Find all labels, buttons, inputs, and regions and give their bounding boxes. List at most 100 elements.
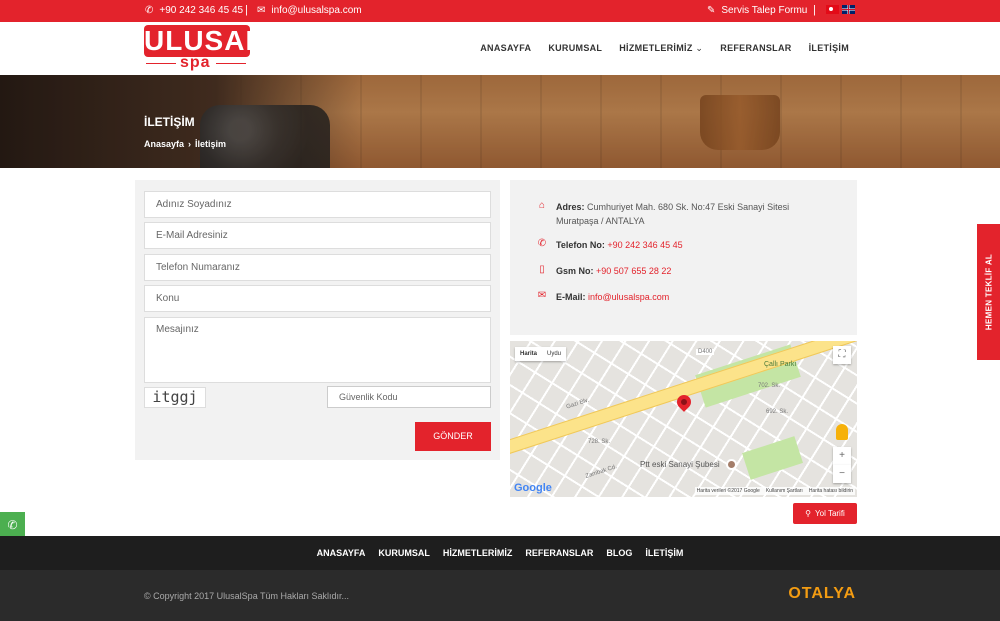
address-line-2: Muratpaşa / ANTALYA <box>556 216 645 226</box>
phone-value[interactable]: +90 242 346 45 45 <box>607 240 682 250</box>
gsm-row: ▯ Gsm No: +90 507 655 28 22 <box>536 264 671 278</box>
street-label-692: 692. Sk. <box>766 409 789 415</box>
quote-request-label: HEMEN TEKLİF AL <box>984 253 993 331</box>
topbar-separator-2: | <box>813 4 816 16</box>
phone-icon: ✆ <box>145 5 154 16</box>
address-label: Adres: <box>556 202 585 212</box>
service-form-link[interactable]: ✎ Servis Talep Formu <box>707 5 807 16</box>
logo-line-left <box>146 63 176 64</box>
language-switcher <box>826 5 855 14</box>
topbar-separator: | <box>245 4 248 16</box>
email-row: ✉ E-Mail: info@ulusalspa.com <box>536 290 669 304</box>
phone-row: ✆ Telefon No: +90 242 346 45 45 <box>536 238 683 252</box>
phone-input[interactable]: Telefon Numaranız <box>144 254 491 281</box>
social-phone-button[interactable]: ✆ <box>0 512 25 537</box>
nav-hizmetlerimiz-label: HİZMETLERİMİZ <box>619 43 693 53</box>
site-header: ULUSAL spa ANASAYFA KURUMSAL HİZMETLERİM… <box>0 22 1000 75</box>
address-line-1: Cumhuriyet Mah. 680 Sk. No:47 Eski Sanay… <box>587 202 790 212</box>
fullscreen-button[interactable]: ⛶ <box>833 346 851 364</box>
footer-nav-iletisim[interactable]: İLETİŞİM <box>645 548 683 558</box>
street-label-zambak: Zambak Cd. <box>584 464 618 480</box>
park-area-2 <box>742 436 803 480</box>
street-label-702: 702. Sk. <box>758 383 781 389</box>
nav-iletisim[interactable]: İLETİŞİM <box>809 43 849 54</box>
phone-icon: ✆ <box>7 517 18 532</box>
edit-icon: ✎ <box>707 5 716 16</box>
footer-nav: ANASAYFA KURUMSAL HİZMETLERİMİZ REFERANS… <box>0 536 1000 570</box>
chevron-down-icon: ⌄ <box>692 43 704 53</box>
poi-label: Ptt eski Sanayi Şubesi <box>640 460 720 469</box>
email-input[interactable]: E-Mail Adresiniz <box>144 222 491 249</box>
nav-anasayfa[interactable]: ANASAYFA <box>480 43 531 54</box>
page-hero: İLETİŞİM Anasayfa › İletişim <box>0 75 1000 168</box>
footer-nav-hizmetlerimiz[interactable]: HİZMETLERİMİZ <box>443 548 513 558</box>
footer-bottom: © Copyright 2017 UlusalSpa Tüm Hakları S… <box>0 570 1000 621</box>
poi-marker-icon[interactable] <box>726 459 737 470</box>
map-type-control: Harita Uydu <box>515 347 567 361</box>
address-row: ⌂ Adres: Cumhuriyet Mah. 680 Sk. No:47 E… <box>536 200 789 228</box>
breadcrumb-current: İletişim <box>195 139 227 149</box>
map-type-map[interactable]: Harita <box>515 347 542 361</box>
nav-referanslar[interactable]: REFERANSLAR <box>720 43 791 54</box>
english-flag-icon[interactable] <box>842 5 855 14</box>
street-view-pegman-icon[interactable] <box>836 424 848 440</box>
map-marker-icon: ⚲ <box>805 509 812 518</box>
logo-main-text: ULUSAL <box>144 25 264 57</box>
email-value[interactable]: info@ulusalspa.com <box>588 292 669 302</box>
zoom-in-button[interactable]: + <box>833 447 851 465</box>
topbar-phone[interactable]: ✆ +90 242 346 45 45 <box>145 5 243 16</box>
google-map[interactable]: Çallı Parkı Gazi Blv. Zambak Cd. 702. Sk… <box>510 341 857 497</box>
page-title: İLETİŞİM <box>144 115 195 129</box>
main-nav: ANASAYFA KURUMSAL HİZMETLERİMİZ ⌄ REFERA… <box>480 43 849 54</box>
captcha-image: itggj <box>144 387 206 408</box>
nav-hizmetlerimiz[interactable]: HİZMETLERİMİZ ⌄ <box>619 43 703 54</box>
street-label-728: 728. Sk. <box>588 439 611 445</box>
contact-info: ⌂ Adres: Cumhuriyet Mah. 680 Sk. No:47 E… <box>510 180 857 335</box>
topbar-email[interactable]: ✉ info@ulusalspa.com <box>257 5 362 16</box>
home-icon: ⌂ <box>538 200 546 211</box>
map-type-satellite[interactable]: Uydu <box>542 347 566 361</box>
quote-request-tab[interactable]: HEMEN TEKLİF AL <box>977 224 1000 360</box>
name-input[interactable]: Adınız Soyadınız <box>144 191 491 218</box>
service-form-label: Servis Talep Formu <box>721 5 808 16</box>
envelope-icon: ✉ <box>257 5 266 16</box>
park-label: Çallı Parkı <box>764 361 797 368</box>
email-label: E-Mail: <box>556 292 586 302</box>
logo-line-right <box>216 63 246 64</box>
map-attribution: Harita verileri ©2017 Google Kullanım Şa… <box>694 487 855 495</box>
road-code-label: D400 <box>696 349 715 355</box>
nav-kurumsal[interactable]: KURUMSAL <box>548 43 602 54</box>
contact-form: Adınız Soyadınız E-Mail Adresiniz Telefo… <box>135 180 500 460</box>
directions-label: Yol Tarifi <box>815 509 845 518</box>
topbar-email-text: info@ulusalspa.com <box>271 5 362 16</box>
captcha-input[interactable]: Güvenlik Kodu <box>327 386 491 408</box>
phone-icon: ✆ <box>537 238 547 249</box>
otalya-logo[interactable]: OTALYA <box>788 585 856 603</box>
logo-sub-text: spa <box>180 54 211 71</box>
footer-nav-anasayfa[interactable]: ANASAYFA <box>317 548 366 558</box>
directions-button[interactable]: ⚲ Yol Tarifi <box>793 503 857 524</box>
turkish-flag-icon[interactable] <box>826 5 839 14</box>
gsm-value[interactable]: +90 507 655 28 22 <box>596 266 671 276</box>
map-terms-link[interactable]: Kullanım Şartları <box>766 488 803 494</box>
footer-nav-kurumsal[interactable]: KURUMSAL <box>378 548 430 558</box>
site-logo[interactable]: ULUSAL spa <box>144 25 264 71</box>
topbar-phone-text: +90 242 346 45 45 <box>159 5 244 16</box>
breadcrumb: Anasayfa › İletişim <box>144 139 226 149</box>
subject-input[interactable]: Konu <box>144 285 491 312</box>
phone-label: Telefon No: <box>556 240 605 250</box>
envelope-icon: ✉ <box>537 290 547 301</box>
top-bar: ✆ +90 242 346 45 45 | ✉ info@ulusalspa.c… <box>0 0 1000 22</box>
google-logo[interactable]: Google <box>514 482 552 494</box>
footer-nav-blog[interactable]: BLOG <box>606 548 632 558</box>
zoom-out-button[interactable]: − <box>833 465 851 483</box>
message-textarea[interactable]: Mesajınız <box>144 317 491 383</box>
footer-nav-referanslar[interactable]: REFERANSLAR <box>525 548 593 558</box>
map-data-credit: Harita verileri ©2017 Google <box>696 488 760 494</box>
breadcrumb-separator: › <box>188 139 192 149</box>
breadcrumb-home[interactable]: Anasayfa <box>144 139 184 149</box>
mobile-icon: ▯ <box>539 264 545 275</box>
street-label-gazi: Gazi Blv. <box>565 397 590 411</box>
map-report-link[interactable]: Harita hatası bildirin <box>809 488 853 494</box>
submit-button[interactable]: GÖNDER <box>415 422 491 451</box>
